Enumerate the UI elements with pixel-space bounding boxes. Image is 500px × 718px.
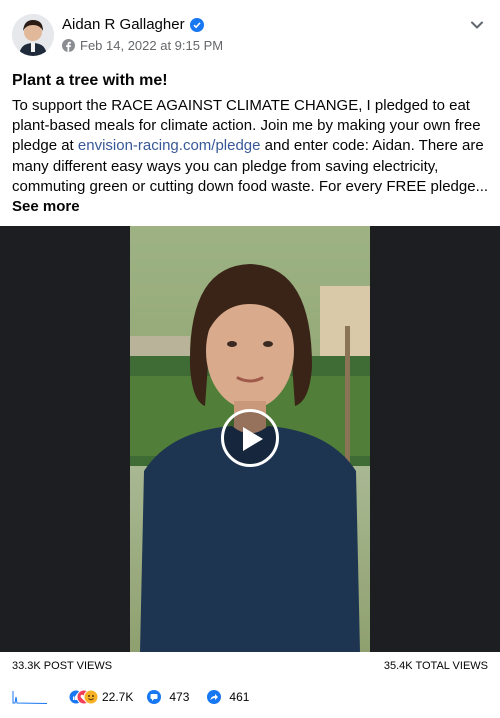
reaction-icons: [68, 689, 98, 705]
video-player[interactable]: [0, 226, 500, 652]
see-more-link[interactable]: See more: [12, 198, 80, 215]
chevron-down-icon[interactable]: [468, 16, 486, 34]
views-sparkline-icon: [12, 691, 48, 704]
post-views: 33.3K POST VIEWS: [12, 660, 113, 672]
post-header: Aidan R Gallagher Feb 14, 2022 at 9:15 P…: [12, 14, 488, 58]
share-icon: [207, 690, 222, 704]
post-title: Plant a tree with me!: [12, 72, 168, 89]
verified-badge-icon: [189, 17, 204, 32]
comments-count: 473: [169, 690, 190, 704]
engagement-bar: 22.7K 473 461: [12, 686, 488, 708]
comment-icon: [147, 690, 162, 704]
post-body: To support the RACE AGAINST CLIMATE CHAN…: [12, 96, 490, 217]
author-name[interactable]: Aidan R Gallagher: [62, 16, 185, 33]
play-icon: [243, 427, 263, 451]
comments-stat[interactable]: 473: [147, 690, 189, 704]
post-card: Aidan R Gallagher Feb 14, 2022 at 9:15 P…: [0, 0, 500, 718]
reactions-summary[interactable]: 22.7K: [68, 689, 133, 705]
avatar[interactable]: [12, 14, 54, 56]
total-views: 35.4K TOTAL VIEWS: [383, 660, 488, 672]
reactions-count: 22.7K: [102, 690, 134, 704]
play-button[interactable]: [221, 409, 279, 467]
author-row: Aidan R Gallagher: [62, 16, 204, 33]
shares-stat[interactable]: 461: [207, 690, 249, 704]
pledge-link[interactable]: envision-racing.com/pledge: [78, 137, 261, 154]
facebook-icon: [62, 39, 75, 52]
shares-count: 461: [229, 690, 250, 704]
post-date[interactable]: Feb 14, 2022 at 9:15 PM: [80, 38, 223, 53]
post-meta: Feb 14, 2022 at 9:15 PM: [62, 38, 223, 53]
